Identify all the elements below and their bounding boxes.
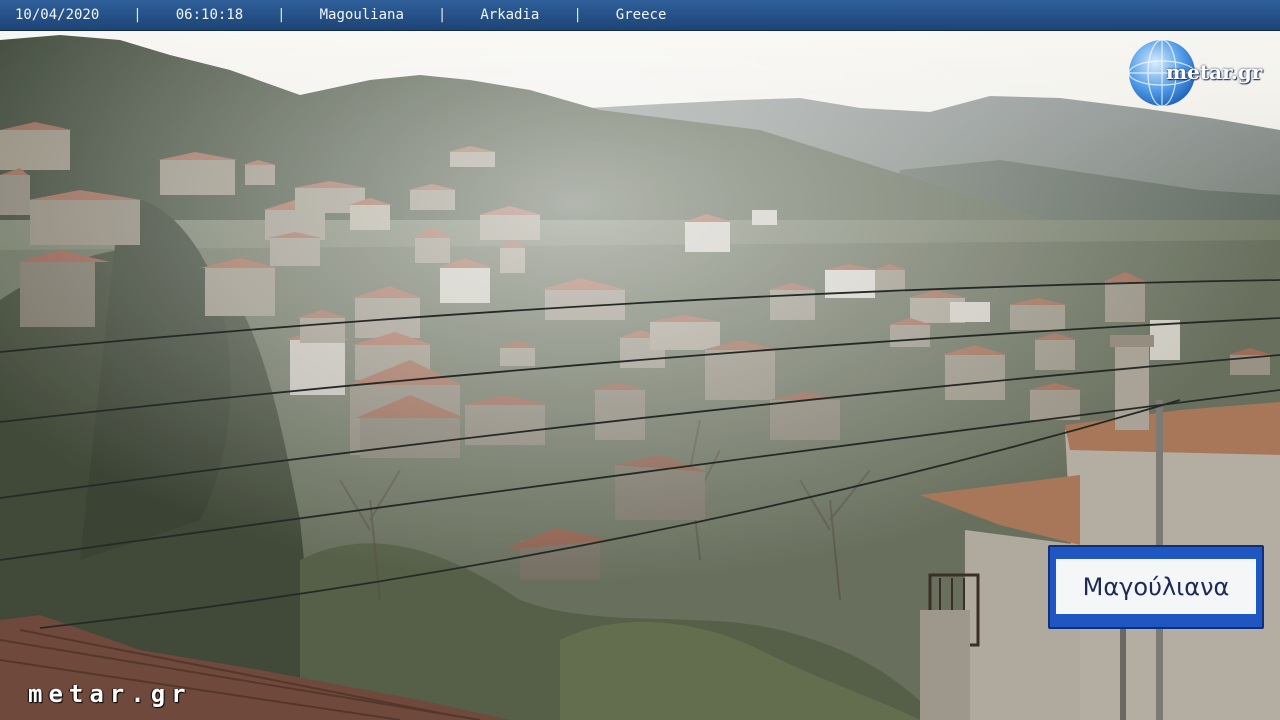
webcam-frame: 10/04/2020 | 06:10:18 | Magouliana | Ark… — [0, 0, 1280, 720]
village-sign: Μαγούλιανα — [1048, 545, 1264, 629]
village-text: Magouliana — [319, 7, 404, 23]
separator: | — [133, 7, 142, 23]
separator: | — [277, 7, 286, 23]
sign-panel: Μαγούλιανα — [1056, 559, 1256, 614]
country-text: Greece — [615, 7, 667, 23]
separator: | — [437, 7, 447, 23]
camera-info-bar: 10/04/2020 | 06:10:18 | Magouliana | Ark… — [0, 0, 1280, 31]
region-text: Arkadia — [480, 7, 540, 23]
watermark: metar.gr — [28, 680, 192, 708]
sign-text: Μαγούλιανα — [1082, 572, 1230, 601]
time-text: 06:10:18 — [175, 7, 244, 23]
metar-logo: metar.gr — [1166, 60, 1263, 84]
date-text: 10/04/2020 — [15, 7, 100, 23]
separator: | — [573, 7, 582, 23]
